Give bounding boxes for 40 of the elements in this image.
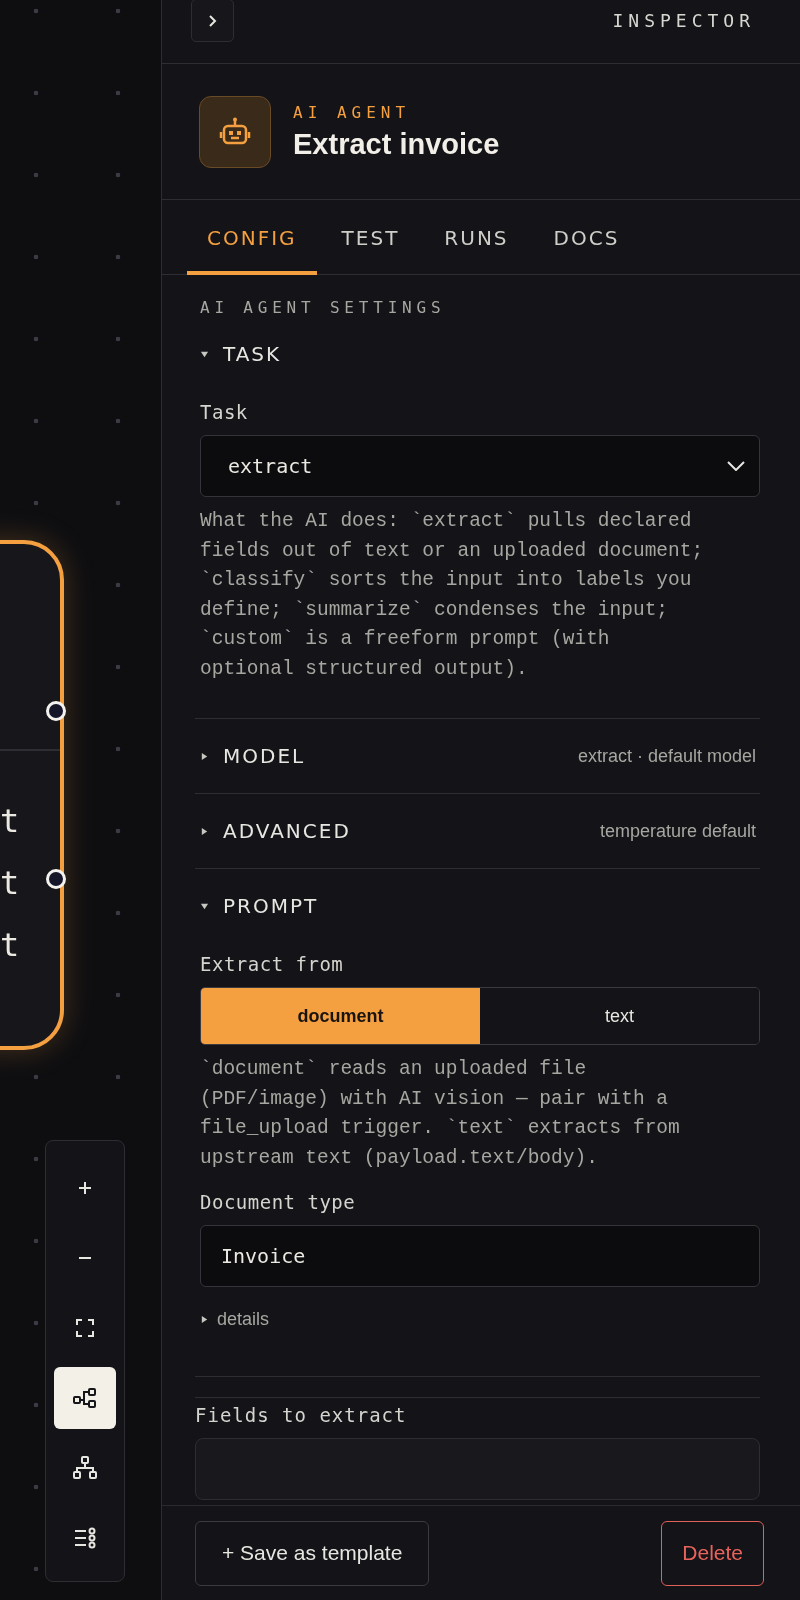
help-text: What the AI does: `extract` pulls declared fields out of text or an uploaded document; `classify` sorts the input into labels you define; `summarize` condenses the input; `custom` is a freeform prompt (with optional structured output). bbox=[200, 509, 705, 682]
node-name: Extract invoice bbox=[293, 127, 500, 161]
fit-view-icon bbox=[76, 1319, 94, 1337]
save-template-button[interactable]: + Save as template bbox=[195, 1520, 430, 1586]
section-toggle[interactable]: PROMPT bbox=[195, 894, 319, 918]
zoom-in-icon bbox=[78, 1181, 92, 1195]
tab[interactable]: TEST bbox=[321, 200, 420, 275]
delete-button[interactable]: Delete bbox=[661, 1520, 764, 1586]
node-type-label: AI AGENT bbox=[293, 102, 412, 122]
zoom-out-icon bbox=[78, 1256, 92, 1260]
panel-title: INSPECTOR bbox=[612, 10, 755, 31]
hierarchy-icon bbox=[73, 1456, 97, 1480]
node-text: t bbox=[0, 925, 20, 966]
node-text: t bbox=[0, 863, 20, 904]
tab[interactable]: RUNS bbox=[424, 200, 529, 275]
list-icon bbox=[74, 1527, 96, 1549]
field-label: Task bbox=[200, 401, 249, 423]
document-type-field[interactable]: Invoice bbox=[200, 1225, 760, 1287]
section-toggle[interactable]: TASK bbox=[195, 342, 282, 366]
help-text: `document` reads an uploaded file (PDF/image) with AI vision — pair with a file_upload trigger. `text` extracts from upstream text (payload.text/body). bbox=[200, 1057, 681, 1171]
settings-heading: AI AGENT SETTINGS bbox=[200, 298, 447, 317]
tab[interactable]: DOCS bbox=[533, 200, 640, 275]
chevron-down-icon bbox=[727, 461, 745, 471]
field-label: Extract from bbox=[200, 953, 345, 975]
robot-icon bbox=[219, 116, 251, 147]
toolbar-button[interactable] bbox=[54, 1367, 116, 1429]
fields-heading: Fields to extract bbox=[195, 1397, 760, 1426]
segment-option[interactable]: document bbox=[201, 988, 480, 1044]
field-label: Document type bbox=[200, 1191, 357, 1213]
tab[interactable]: CONFIG bbox=[187, 200, 317, 275]
section-toggle[interactable]: ADVANCED bbox=[195, 819, 351, 843]
flow-layout-icon bbox=[73, 1387, 97, 1409]
chevron-right-icon bbox=[208, 13, 217, 28]
section-summary: temperature default bbox=[599, 820, 757, 842]
section-summary: extract · default model bbox=[577, 745, 757, 767]
section-toggle[interactable]: MODEL bbox=[195, 744, 306, 768]
details-toggle[interactable]: details bbox=[200, 1309, 270, 1330]
task-select[interactable]: extract bbox=[200, 435, 760, 497]
node-text: t bbox=[0, 801, 20, 842]
workflow-node[interactable]: t t t bbox=[0, 540, 64, 1050]
